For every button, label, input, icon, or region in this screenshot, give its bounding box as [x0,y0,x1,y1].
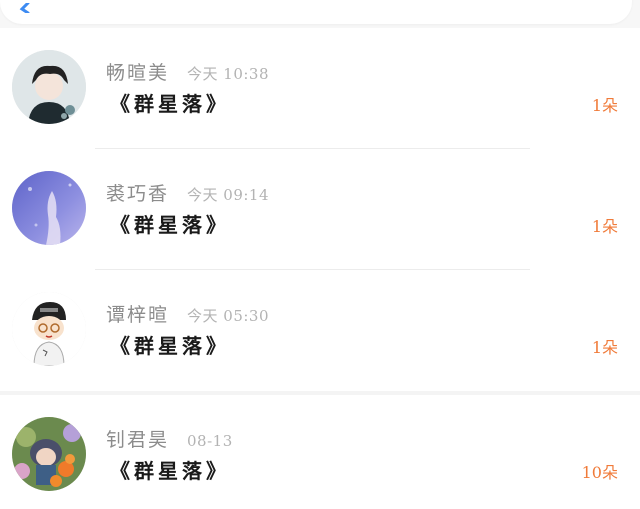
back-chevron-icon[interactable] [18,0,32,15]
name-line: 钊君昊 08-13 [106,425,233,451]
avatar[interactable] [12,171,86,245]
flower-count: 1朵 [591,96,618,115]
cartoon-boy-avatar-icon [12,292,86,366]
avatar[interactable] [12,292,86,366]
conversation-row[interactable]: 畅暄美 今天 10:38 《群星落》 1朵 [0,28,640,149]
timestamp: 今天 10:38 [187,65,270,83]
book-title: 《群星落》 [110,213,230,237]
top-search-bar[interactable] [0,0,632,24]
conversation-list: 畅暄美 今天 10:38 《群星落》 1朵 裘巧香 今天 09:14 《群星落》… [0,28,640,509]
purple-sky-avatar-icon [12,171,86,245]
name-line: 畅暄美 今天 10:38 [106,58,270,84]
sender-name: 裘巧香 [106,183,170,205]
flower-count: 10朵 [581,463,618,482]
avatar[interactable] [12,417,86,491]
message-list-screen: 畅暄美 今天 10:38 《群星落》 1朵 裘巧香 今天 09:14 《群星落》… [0,0,640,509]
flower-count: 1朵 [591,338,618,357]
timestamp: 08-13 [187,432,233,450]
sender-name: 畅暄美 [106,62,170,84]
book-title: 《群星落》 [110,459,230,483]
conversation-row[interactable]: 谭梓暄 今天 05:30 《群星落》 1朵 [0,270,640,391]
book-title: 《群星落》 [110,334,230,358]
flower-doll-avatar-icon [12,417,86,491]
anime-boy-avatar-icon [12,50,86,124]
flower-count: 1朵 [591,217,618,236]
conversation-row[interactable]: 钊君昊 08-13 《群星落》 10朵 [0,395,640,509]
sender-name: 谭梓暄 [106,304,170,326]
conversation-row[interactable]: 裘巧香 今天 09:14 《群星落》 1朵 [0,149,640,270]
name-line: 谭梓暄 今天 05:30 [106,300,270,326]
sender-name: 钊君昊 [106,429,170,451]
book-title: 《群星落》 [110,92,230,116]
timestamp: 今天 09:14 [187,186,270,204]
avatar[interactable] [12,50,86,124]
name-line: 裘巧香 今天 09:14 [106,179,270,205]
timestamp: 今天 05:30 [187,307,270,325]
